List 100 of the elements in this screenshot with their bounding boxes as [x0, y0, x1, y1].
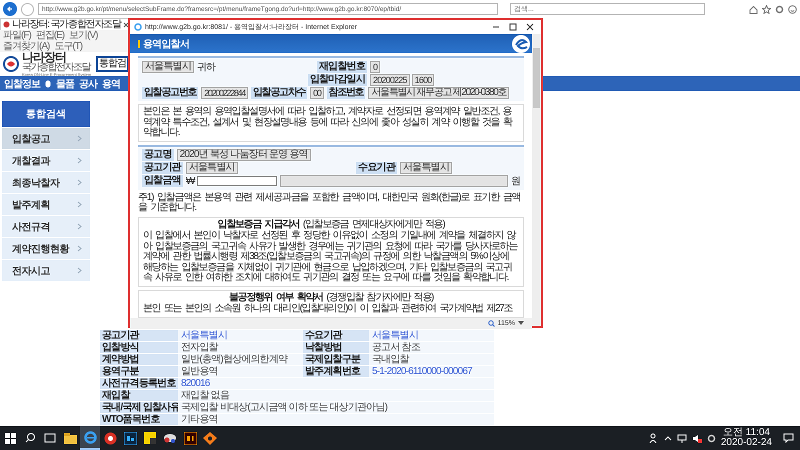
- unit-text: 원: [510, 175, 520, 188]
- table-header-cell: 용역구분: [100, 366, 178, 378]
- logo-subtitle: 국가종합전자조달: [22, 63, 92, 73]
- section-text: 이 입찰에서 본인이 낙찰자로 선정된 후 정당한 이유없이 소정의 기일내에 계약을 체결하지 않아 입찰보증금의 국고귀속 사유가 발생한 경우에는 귀기관의 요청에 따라 국가를 당사자로하는 계약에 관한 법률시행령 제38조(입찰보증금의 국고귀속)의 규정에 의한 낙찰금액의 5%이상에 해당하는 입찰보증금을 지체없이 귀기관에 현금으로 납입하겠으며, 기타 입찰보증금의 국고귀속 사유로 인한 여하한 조치에 대하여도 귀기관의 결정 또는 요구에 따를 것임을 확약합니다.: [143, 231, 519, 284]
- table-header-cell: 낙찰방법: [303, 342, 369, 354]
- arrow-left-icon: [6, 5, 14, 13]
- notification-icon[interactable]: [783, 433, 794, 443]
- caret-down-icon[interactable]: [518, 321, 524, 325]
- table-header-cell: 계약방법: [100, 354, 178, 366]
- pledge-text: 본인은 본 용역의 용역입찰설명서에 따라 입찰하고, 계약자로 선정되면 용역계약 일반조건, 용역계약 특수조건, 설계서 및 현장설명내용 등에 따라 신의에 좇아 성실히 계약 이행할 것을 확약합니다.: [138, 104, 524, 142]
- table-header-cell: 발주계획번호: [303, 366, 369, 378]
- chevron-right-icon: [77, 135, 82, 142]
- table-cell: 일반(총액)협상에의한계약: [178, 354, 303, 366]
- network-icon[interactable]: [676, 434, 687, 442]
- table-header-cell: 입찰방식: [100, 342, 178, 354]
- form-title: 용역입찰서: [143, 38, 190, 50]
- sticky-note-icon: [144, 432, 156, 444]
- table-header-cell: 사전규격등록번호: [100, 378, 178, 390]
- text-field[interactable]: 서울특별시: [186, 162, 238, 174]
- sidebar-item[interactable]: 발주계획: [2, 194, 90, 215]
- chevron-right-icon: [77, 267, 82, 274]
- text-field[interactable]: 서울특별시: [400, 162, 452, 174]
- table-header-cell: 국내/국제 입찰사유: [100, 402, 178, 414]
- scrollbar[interactable]: [532, 34, 541, 326]
- text-field[interactable]: 0: [370, 60, 380, 72]
- field-label: 재입찰번호: [316, 60, 367, 72]
- table-cell: 공고서 참조: [369, 342, 494, 354]
- table-header-cell: 수요기관: [303, 330, 369, 342]
- table-link[interactable]: 서울특별시: [369, 330, 494, 342]
- table-cell: 국내입찰: [369, 354, 494, 366]
- field-label: 입찰공고차수: [250, 86, 308, 98]
- diamond-app-icon: [203, 432, 217, 444]
- windows-logo-icon: [4, 432, 16, 444]
- speaker-icon[interactable]: [692, 434, 702, 442]
- illustrator-app-icon: [184, 432, 196, 444]
- table-header-cell: WTO품목번호: [100, 414, 178, 426]
- clock-date: 2020-02-24: [720, 438, 772, 448]
- table-cell: 재입찰 없음: [178, 390, 494, 402]
- chevron-right-icon: [77, 201, 82, 208]
- menu-item[interactable]: 편집(E): [36, 30, 64, 41]
- table-cell: 전자입찰: [178, 342, 303, 354]
- table-link[interactable]: 820016: [178, 378, 494, 390]
- currency-sign: ₩: [186, 176, 194, 186]
- table-link[interactable]: 서울특별시: [178, 330, 303, 342]
- chevron-right-icon: [77, 223, 82, 230]
- table-cell: 일반용역: [178, 366, 303, 378]
- field-label: 입찰금액: [142, 175, 183, 187]
- field-label: 공고명: [142, 149, 174, 161]
- nav-item[interactable]: 공사: [79, 76, 97, 90]
- text-field[interactable]: 00: [310, 86, 324, 98]
- nav-item[interactable]: 용역: [102, 76, 120, 90]
- section-text: 본인 또는 본인의 소속원 하나의 대리인(입찰대리인)이 이 입찰과 관련하여 국가계약법 제27조: [143, 304, 514, 314]
- nav-item[interactable]: 물품: [56, 76, 74, 90]
- ie-browser-icon: [84, 430, 96, 444]
- table-cell: 기타용역: [178, 414, 494, 426]
- clock-time: 오전 11:04: [722, 428, 770, 438]
- sidebar-item[interactable]: 전자시고: [2, 260, 90, 281]
- sidebar-item[interactable]: 개찰결과: [2, 150, 90, 171]
- sidebar-item[interactable]: 최종낙찰자: [2, 172, 90, 193]
- site-icon: [3, 21, 10, 28]
- back-button[interactable]: [3, 2, 17, 16]
- text-field[interactable]: 서울특별시 재무공고 제2020-0380호: [368, 86, 510, 98]
- field-label: 참조번호: [326, 86, 366, 98]
- person-icon[interactable]: [648, 433, 659, 443]
- suffix-text: 귀하: [197, 60, 216, 74]
- menu-item[interactable]: 보기(V): [69, 30, 98, 41]
- text-field[interactable]: 1600: [412, 74, 434, 86]
- sidebar-item[interactable]: 입찰공고: [2, 128, 90, 149]
- sidebar-item[interactable]: 사전규격: [2, 216, 90, 237]
- text-field[interactable]: 서울특별시: [142, 60, 194, 72]
- text-field[interactable]: 20200225: [370, 74, 410, 86]
- logo-icon: [510, 34, 532, 53]
- menu-item[interactable]: 파일(F): [3, 30, 31, 41]
- field-label: 입찰공고번호: [142, 86, 198, 98]
- smiley-icon[interactable]: [788, 4, 797, 14]
- photoshop-app-icon: [124, 432, 136, 444]
- close-icon[interactable]: [122, 22, 129, 28]
- table-link[interactable]: 5-1-2020-6110000-000067: [369, 366, 494, 378]
- caret-up-icon[interactable]: [664, 435, 672, 441]
- sidebar-item[interactable]: 계약진행현황: [2, 238, 90, 259]
- table-header-cell: 공고기관: [100, 330, 178, 342]
- folder-icon: [64, 432, 76, 444]
- menu-item[interactable]: 즐겨찾기(A): [3, 41, 50, 52]
- table-cell: 국제입찰 비대상(고시금액 이하 또는 대상기관아님): [178, 402, 494, 414]
- menu-item[interactable]: 도구(T): [54, 41, 82, 52]
- star-icon[interactable]: [762, 4, 771, 14]
- mouse-icon: [45, 80, 51, 88]
- table-header-cell: 국제입찰구분: [303, 354, 369, 366]
- nav-item[interactable]: 입찰정보: [4, 76, 40, 90]
- note-text: 주1) 입찰금액은 본용역 관련 제세공과금을 포함한 금액이며, 대한민국 원화(한글)로 표기한 금액을 기준합니다.: [138, 192, 522, 214]
- field-label: 수요기관: [356, 162, 397, 174]
- text-field[interactable]: 2020년 북성 나눔장터 운영 용역: [176, 149, 311, 161]
- logo-title: 나라장터: [22, 51, 66, 63]
- home-icon[interactable]: [749, 4, 758, 14]
- section-title: 불공정행위 여부 확약서 (경쟁입찰 참가자에만 적용): [228, 292, 435, 303]
- table-header-cell: 재입찰: [100, 390, 178, 402]
- text-field[interactable]: 20200222844: [201, 86, 248, 98]
- zoom-icon[interactable]: [488, 320, 495, 326]
- field-label: 입찰마감일시: [308, 74, 367, 86]
- input-field[interactable]: [197, 176, 278, 186]
